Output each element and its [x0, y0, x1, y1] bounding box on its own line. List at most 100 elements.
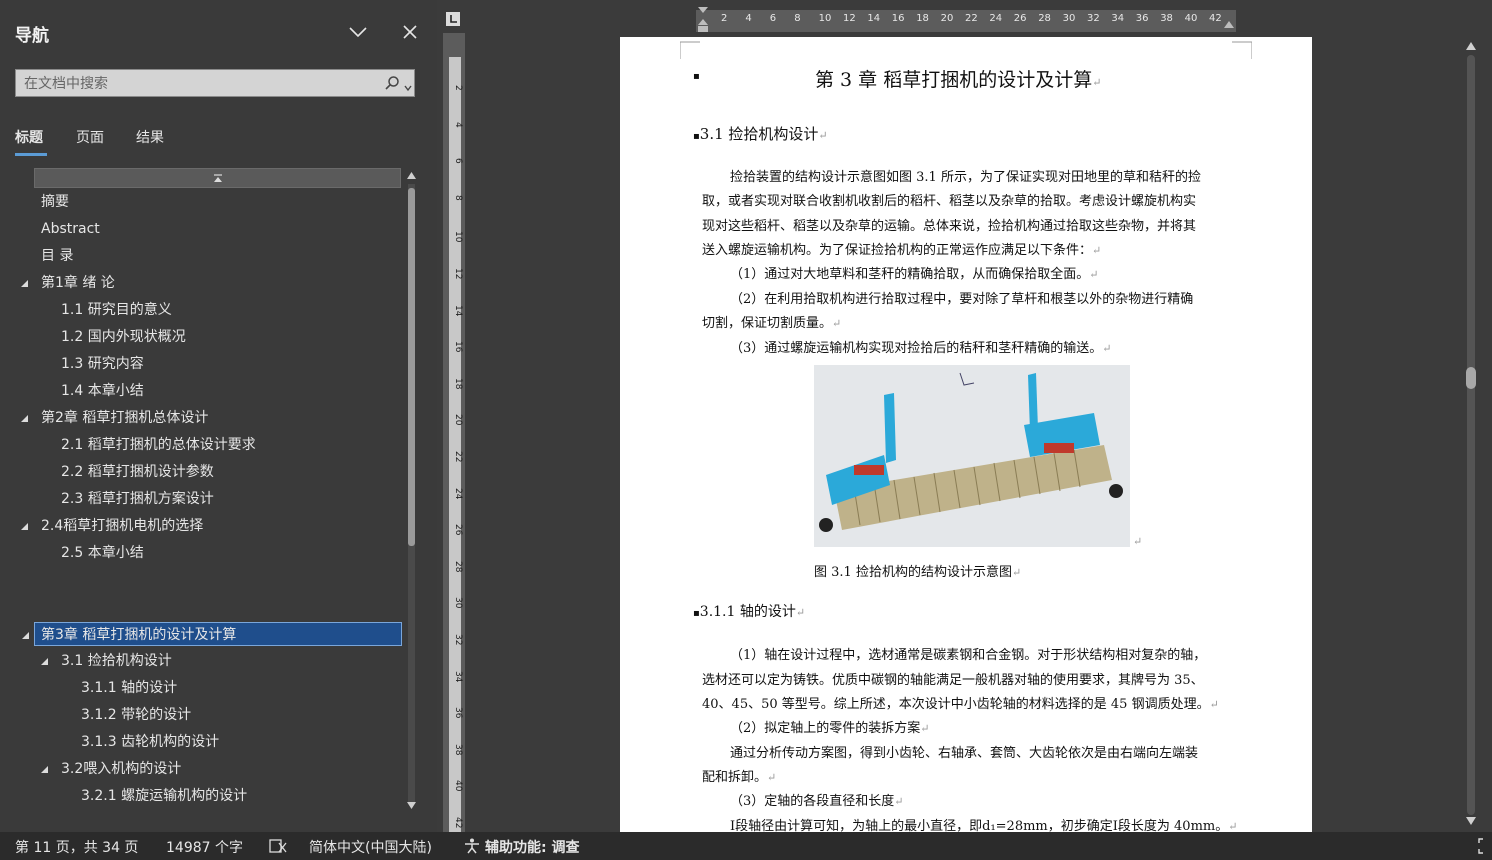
para2-line3: 40、45、50 等型号。综上所述，本次设计中小齿轮轴的材料选择的是 45 钢调… [702, 697, 1219, 712]
tab-results[interactable]: 结果 [136, 127, 164, 147]
list-item-2-line1: （2）在利用拾取机构进行拾取过程中，要对除了草杆和根茎以外的杂物进行精确 [730, 292, 1194, 307]
tree-item-label: 3.1.2 带轮的设计 [81, 707, 192, 723]
ruler-number: 40 [1184, 13, 1198, 24]
nav-scrollbar[interactable] [404, 168, 419, 816]
para2-line1: （1）轴在设计过程中，选材通常是碳素钢和合金钢。对于形状结构相对复杂的轴， [730, 648, 1207, 663]
language-indicator[interactable]: 简体中文(中国大陆) [309, 837, 432, 857]
chevron-down-icon[interactable] [347, 22, 369, 42]
tree-item-label: 2.2 稻草打捆机设计参数 [61, 464, 214, 480]
list-item-2-line2: 切割，保证切割质量。↵ [702, 316, 842, 331]
para3-line2: 配和拆卸。↵ [702, 770, 777, 785]
list-item-b: （2）拟定轴上的零件的装拆方案↵ [730, 721, 930, 736]
expand-triangle-icon[interactable] [20, 279, 29, 288]
section-heading-3-1-1: ▪3.1.1 轴的设计↵ [693, 604, 806, 620]
page-count[interactable]: 第 11 页，共 34 页 [15, 837, 138, 857]
indent-marker-icon [698, 7, 708, 32]
tree-item-label: 第3章 稻草打捆机的设计及计算 [41, 627, 237, 643]
ruler-number: 28 [453, 560, 463, 573]
scroll-track[interactable] [1467, 55, 1475, 815]
ruler-number: 22 [453, 451, 463, 463]
ruler-number: 42 [1209, 13, 1222, 24]
ruler-number: 40 [453, 780, 463, 792]
tab-pages[interactable]: 页面 [76, 127, 104, 147]
ruler-number: 38 [1160, 13, 1173, 24]
ruler-number: 30 [1062, 13, 1076, 24]
ruler-number: 30 [453, 597, 463, 609]
ruler-number: 10 [453, 231, 463, 243]
ruler-number: 42 [453, 817, 463, 829]
search-input[interactable] [16, 70, 386, 98]
ruler-number: 10 [818, 13, 832, 24]
scroll-thumb[interactable] [408, 188, 415, 546]
ruler-number: 32 [1087, 13, 1100, 24]
focus-mode-icon[interactable] [1478, 838, 1492, 858]
chapter-title: 第 3 章 稻草打捆机的设计及计算↵ [815, 69, 1102, 91]
tree-item-label: 1.3 研究内容 [61, 356, 144, 372]
accessibility-status[interactable]: 辅助功能: 调查 [485, 837, 579, 857]
tree-item-label: 3.1.3 齿轮机构的设计 [81, 734, 220, 750]
tree-item-label: 2.4稻草打捆机电机的选择 [41, 518, 204, 534]
tree-item-label: 2.1 稻草打捆机的总体设计要求 [61, 437, 256, 453]
figure-caption: 图 3.1 捡拾机构的结构设计示意图↵ [814, 565, 1022, 580]
expand-triangle-icon[interactable] [40, 765, 49, 774]
ruler-number: 34 [453, 670, 463, 683]
scroll-down-icon [407, 802, 416, 809]
ruler-number: 4 [745, 13, 752, 24]
document-page[interactable]: ▪ 第 3 章 稻草打捆机的设计及计算↵ ▪3.1 捡拾机构设计↵ 捡拾装置的结… [620, 37, 1312, 832]
ruler-number: 16 [891, 13, 905, 24]
proofing-icon[interactable] [269, 838, 287, 858]
scroll-thumb[interactable] [1466, 367, 1476, 389]
ruler-number: 34 [1111, 13, 1125, 24]
search-icon[interactable] [384, 75, 400, 91]
ruler-number: 6 [453, 158, 463, 164]
last-line: Ⅰ段轴径由计算可知，为轴上的最小直径，即d₁=28mm，初步确定Ⅰ段长度为 40… [730, 819, 1238, 832]
ruler-number: 8 [794, 13, 801, 24]
tree-item-label: 目 录 [41, 248, 74, 264]
ruler-number: 6 [769, 13, 777, 24]
collapse-all-button[interactable] [34, 168, 401, 188]
dropdown-arrow-icon[interactable] [403, 78, 413, 92]
expand-triangle-icon[interactable] [21, 631, 30, 640]
close-icon[interactable] [400, 22, 420, 42]
tab-stop-selector[interactable] [446, 11, 460, 26]
ruler-number: 24 [453, 487, 463, 500]
tree-item-label: 第1章 绪 论 [41, 275, 115, 291]
scroll-up-icon [1466, 42, 1476, 50]
ruler-number: 14 [453, 304, 463, 317]
expand-triangle-icon[interactable] [40, 657, 49, 666]
list-item-3: （3）通过螺旋运输机构实现对捡拾后的秸秆和茎秆精确的输送。↵ [730, 341, 1112, 356]
vertical-ruler: 2 4 6 8 10 12 14 16 18 20 22 24 26 28 30 32 34 36 38 40 42 [443, 33, 465, 837]
ruler-number: 26 [1013, 13, 1027, 24]
word-count[interactable]: 14987 个字 [166, 837, 243, 857]
expand-triangle-icon[interactable] [20, 522, 29, 531]
ruler-number: 12 [453, 268, 463, 280]
scroll-down-icon [1466, 817, 1476, 825]
ruler-number: 2 [453, 85, 463, 91]
ruler-number: 18 [916, 13, 929, 24]
tree-item-selected[interactable]: 第3章 稻草打捆机的设计及计算 [22, 622, 402, 646]
section-heading-3-1: ▪3.1 捡拾机构设计↵ [693, 125, 828, 143]
nav-title: 导航 [15, 26, 49, 46]
tree-item-label: 2.3 稻草打捆机方案设计 [61, 491, 214, 507]
tree-item-label: 3.1 捡拾机构设计 [61, 653, 172, 669]
ruler-number: 38 [453, 743, 463, 756]
horizontal-ruler: 2 4 6 8 10 12 14 16 18 20 22 24 26 28 30 32 34 36 38 40 42 [696, 7, 1236, 32]
tab-active-indicator [15, 153, 47, 156]
tree-item-label: 第2章 稻草打捆机总体设计 [41, 410, 209, 426]
ruler-number: 20 [453, 414, 463, 426]
ruler-number: 36 [453, 707, 463, 719]
para3-line1: 通过分析传动方案图，得到小齿轮、右轴承、套筒、大齿轮依次是由右端向左端装 [730, 746, 1199, 761]
tree-item-label: 3.1.1 轴的设计 [81, 680, 178, 696]
ruler-number: 24 [989, 13, 1003, 24]
tree-item-label: 1.1 研究目的意义 [61, 302, 172, 318]
ruler-number: 28 [1038, 13, 1051, 24]
ruler-number: 20 [940, 13, 954, 24]
document-scrollbar[interactable] [1462, 37, 1480, 832]
accessibility-icon[interactable] [463, 838, 481, 858]
ruler-number: 18 [453, 377, 463, 390]
expand-triangle-icon[interactable] [20, 414, 29, 423]
ruler-number: 12 [843, 13, 856, 24]
tree-item-label: 2.5 本章小结 [61, 545, 144, 561]
ruler-number: 4 [453, 121, 463, 128]
tab-headings[interactable]: 标题 [15, 127, 43, 147]
